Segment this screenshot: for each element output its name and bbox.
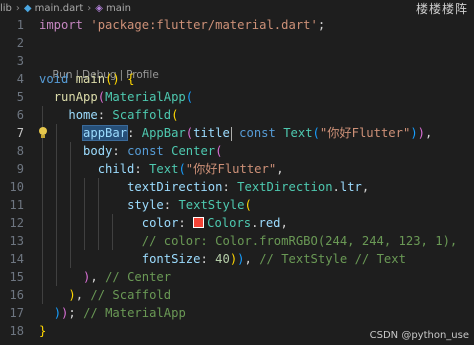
code-line-active: 7 appBar: AppBar(title const Text("你好Flu… bbox=[0, 124, 474, 142]
line-number: 15 bbox=[9, 270, 24, 284]
text-cursor-icon bbox=[230, 126, 232, 141]
code-line: 15 ), // Center bbox=[0, 268, 474, 286]
line-number: 3 bbox=[16, 54, 24, 68]
line-number: 13 bbox=[9, 234, 24, 248]
code-line: 1 import 'package:flutter/material.dart'… bbox=[0, 16, 474, 34]
watermark: CSDN @python_use bbox=[369, 330, 469, 341]
code-text: ), // Scaffold bbox=[68, 288, 172, 302]
code-text: style: TextStyle( bbox=[127, 198, 252, 212]
line-number: 4 bbox=[16, 72, 24, 86]
line-number: 8 bbox=[16, 144, 24, 158]
line-number: 18 bbox=[9, 324, 24, 338]
code-text: child: Text("你好Flutter", bbox=[97, 162, 284, 176]
code-text: color: Colors.red, bbox=[141, 216, 288, 230]
code-line: 8 body: const Center( bbox=[0, 142, 474, 160]
code-editor[interactable]: 1 import 'package:flutter/material.dart'… bbox=[0, 16, 474, 345]
code-line: 12 color: Colors.red, bbox=[0, 214, 474, 232]
code-line: 9 child: Text("你好Flutter", bbox=[0, 160, 474, 178]
line-number: 2 bbox=[16, 36, 24, 50]
code-line: 10 textDirection: TextDirection.ltr, bbox=[0, 178, 474, 196]
code-text: home: Scaffold( bbox=[68, 108, 179, 122]
line-number: 17 bbox=[9, 306, 24, 320]
code-line: 16 ), // Scaffold bbox=[0, 286, 474, 304]
code-text: } bbox=[39, 324, 47, 338]
code-line: 11 style: TextStyle( bbox=[0, 196, 474, 214]
code-line: 5 runApp(MaterialApp( bbox=[0, 88, 474, 106]
code-line: 6 home: Scaffold( bbox=[0, 106, 474, 124]
code-line: 13 // color: Color.fromRGBO(244, 244, 12… bbox=[0, 232, 474, 250]
line-number: 14 bbox=[9, 252, 24, 266]
code-text: // color: Color.fromRGBO(244, 244, 123, … bbox=[141, 234, 458, 248]
method-icon: ◈ bbox=[95, 2, 103, 14]
line-number: 11 bbox=[9, 198, 24, 212]
line-number: 7 bbox=[16, 126, 24, 140]
code-text: )); // MaterialApp bbox=[53, 306, 186, 320]
line-number: 5 bbox=[16, 90, 24, 104]
chevron-right-icon: › bbox=[15, 2, 20, 14]
code-text: body: const Center( bbox=[83, 144, 223, 158]
line-number: 1 bbox=[16, 18, 24, 32]
corner-text: 楼楼楼阵 bbox=[415, 2, 468, 16]
code-line: 17 )); // MaterialApp bbox=[0, 304, 474, 322]
line-number: 10 bbox=[9, 180, 24, 194]
breadcrumb-folder[interactable]: lib bbox=[0, 3, 12, 14]
code-text: import 'package:flutter/material.dart'; bbox=[39, 18, 326, 32]
breadcrumb-file[interactable]: main.dart bbox=[35, 3, 84, 14]
breadcrumb: lib › ◆ main.dart › ◈ main bbox=[0, 0, 474, 16]
code-text: fontSize: 40)), // TextStyle // Text bbox=[141, 252, 406, 266]
line-number: 6 bbox=[16, 108, 24, 122]
code-line: 14 fontSize: 40)), // TextStyle // Text bbox=[0, 250, 474, 268]
code-text: ), // Center bbox=[83, 270, 172, 284]
code-line: 4 void main() { bbox=[0, 70, 474, 88]
code-text: textDirection: TextDirection.ltr, bbox=[127, 180, 370, 194]
line-number: 16 bbox=[9, 288, 24, 302]
breadcrumb-symbol[interactable]: main bbox=[106, 3, 131, 14]
dart-file-icon: ◆ bbox=[23, 2, 32, 14]
code-text: appBar: AppBar(title const Text("你好Flutt… bbox=[82, 125, 433, 141]
line-number: 9 bbox=[16, 162, 24, 176]
line-number: 12 bbox=[9, 216, 24, 230]
code-text: void main() { bbox=[39, 72, 135, 86]
color-swatch-icon[interactable] bbox=[193, 217, 205, 228]
code-text: runApp(MaterialApp( bbox=[53, 90, 194, 104]
chevron-right-icon: › bbox=[87, 2, 92, 14]
